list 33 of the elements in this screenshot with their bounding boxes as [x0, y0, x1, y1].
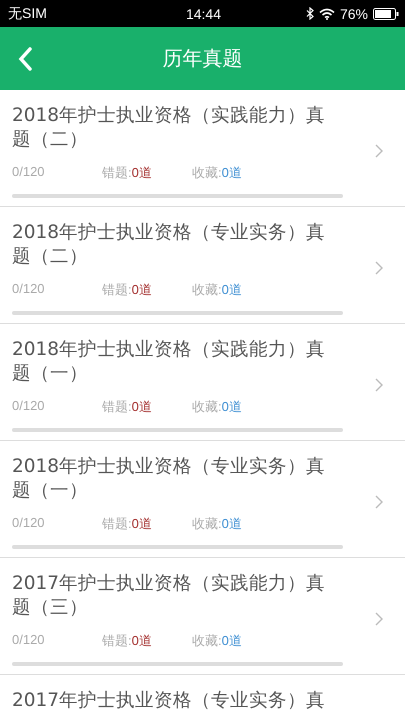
- favorite-count: 收藏:0道: [192, 398, 242, 416]
- paper-title: 2018年护士执业资格（实践能力）真题（一）: [12, 338, 326, 386]
- paper-title: 2018年护士执业资格（专业实务）真题（二）: [12, 221, 326, 269]
- progress-count: 0/120: [12, 398, 46, 415]
- paper-title: 2017年护士执业资格（实践能力）真题（三）: [12, 572, 326, 620]
- favorite-count: 收藏:0道: [192, 281, 242, 299]
- wrong-count: 错题:0道: [102, 164, 153, 182]
- progress-count: 0/120: [12, 164, 46, 181]
- battery-icon: [372, 8, 399, 20]
- wrong-count: 错题:0道: [102, 515, 153, 533]
- bluetooth-icon: [306, 7, 314, 20]
- progress-count: 0/120: [12, 515, 46, 532]
- paper-title: 2018年护士执业资格（实践能力）真题（二）: [12, 104, 326, 152]
- paper-title: 2018年护士执业资格（专业实务）真题（一）: [12, 455, 326, 503]
- chevron-icon[interactable]: [375, 378, 383, 392]
- wifi-icon: [318, 8, 335, 20]
- chevron-icon[interactable]: [375, 261, 383, 275]
- progress-count: 0/120: [12, 281, 46, 298]
- chevron-icon[interactable]: [375, 612, 383, 626]
- carrier-text: 无SIM: [8, 4, 48, 22]
- wrong-count: 错题:0道: [102, 281, 153, 299]
- chevron-icon[interactable]: [375, 495, 383, 509]
- wrong-count: 错题:0道: [102, 632, 153, 650]
- battery-text: 76%: [340, 6, 368, 22]
- wrong-count: 错题:0道: [102, 398, 153, 416]
- paper-title: 2017年护士执业资格（专业实务）真: [12, 689, 326, 713]
- favorite-count: 收藏:0道: [192, 515, 242, 533]
- favorite-count: 收藏:0道: [192, 164, 242, 182]
- clock-text: 14:44: [184, 6, 222, 22]
- progress-count: 0/120: [12, 632, 46, 649]
- chevron-icon[interactable]: [375, 144, 383, 158]
- favorite-count: 收藏:0道: [192, 632, 242, 650]
- page-title: 历年真题: [162, 45, 244, 72]
